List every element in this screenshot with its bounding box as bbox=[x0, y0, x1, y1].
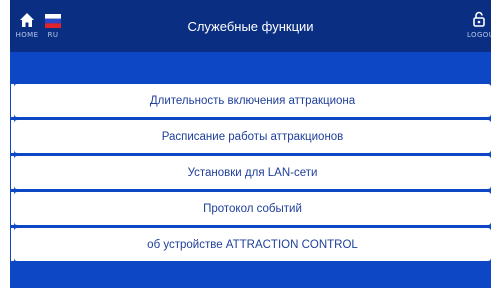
menu-item-attraction-duration[interactable]: Длительность включения аттракциона bbox=[11, 84, 491, 117]
app-panel: HOME RU Служебные функции LOGOU bbox=[10, 0, 491, 288]
menu-item-lan-settings[interactable]: Установки для LAN-сети bbox=[11, 156, 491, 189]
menu-item-schedule[interactable]: Расписание работы аттракционов bbox=[11, 120, 491, 153]
screen: HOME RU Служебные функции LOGOU bbox=[0, 0, 494, 290]
page-title: Служебные функции bbox=[187, 19, 314, 34]
logout-lock-icon bbox=[473, 11, 485, 27]
header-bar: HOME RU Служебные функции LOGOU bbox=[10, 0, 491, 52]
menu-item-about-device[interactable]: об устройстве ATTRACTION CONTROL bbox=[11, 228, 491, 261]
logout-label: LOGOU bbox=[467, 31, 491, 39]
menu-item-label: Длительность включения аттракциона bbox=[149, 94, 356, 107]
menu-item-label: об устройстве ATTRACTION CONTROL bbox=[147, 238, 358, 251]
logout-button[interactable]: LOGOU bbox=[467, 6, 491, 46]
menu-item-label: Расписание работы аттракционов bbox=[161, 130, 344, 143]
menu-item-event-log[interactable]: Протокол событий bbox=[11, 192, 491, 225]
menu-item-label: Протокол событий bbox=[203, 202, 302, 215]
menu-item-label: Установки для LAN-сети bbox=[187, 166, 318, 179]
service-menu: Длительность включения аттракциона Распи… bbox=[11, 84, 491, 264]
